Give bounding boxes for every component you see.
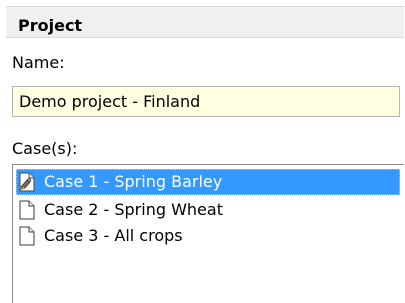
cases-list[interactable]: Case 1 - Spring Barley Case 2 - Spring W… <box>12 164 404 303</box>
case-label-3: Case 3 - All crops <box>44 226 183 245</box>
project-panel: Project Name: Case(s): Case 1 - Spring B… <box>0 0 405 303</box>
document-icon <box>19 200 35 220</box>
case-label-2: Case 2 - Spring Wheat <box>44 200 223 219</box>
project-header-label: Project <box>18 16 83 35</box>
project-section-header: Project <box>6 6 404 38</box>
project-name-input[interactable] <box>12 86 400 117</box>
name-label: Name: <box>12 53 65 72</box>
document-icon <box>19 226 35 246</box>
case-item-3[interactable]: Case 3 - All crops <box>16 223 400 249</box>
case-item-2[interactable]: Case 2 - Spring Wheat <box>16 197 400 223</box>
case-label-1: Case 1 - Spring Barley <box>44 172 223 191</box>
cases-label: Case(s): <box>12 139 78 158</box>
case-item-1[interactable]: Case 1 - Spring Barley <box>16 169 400 195</box>
case-edit-icon <box>19 172 35 192</box>
